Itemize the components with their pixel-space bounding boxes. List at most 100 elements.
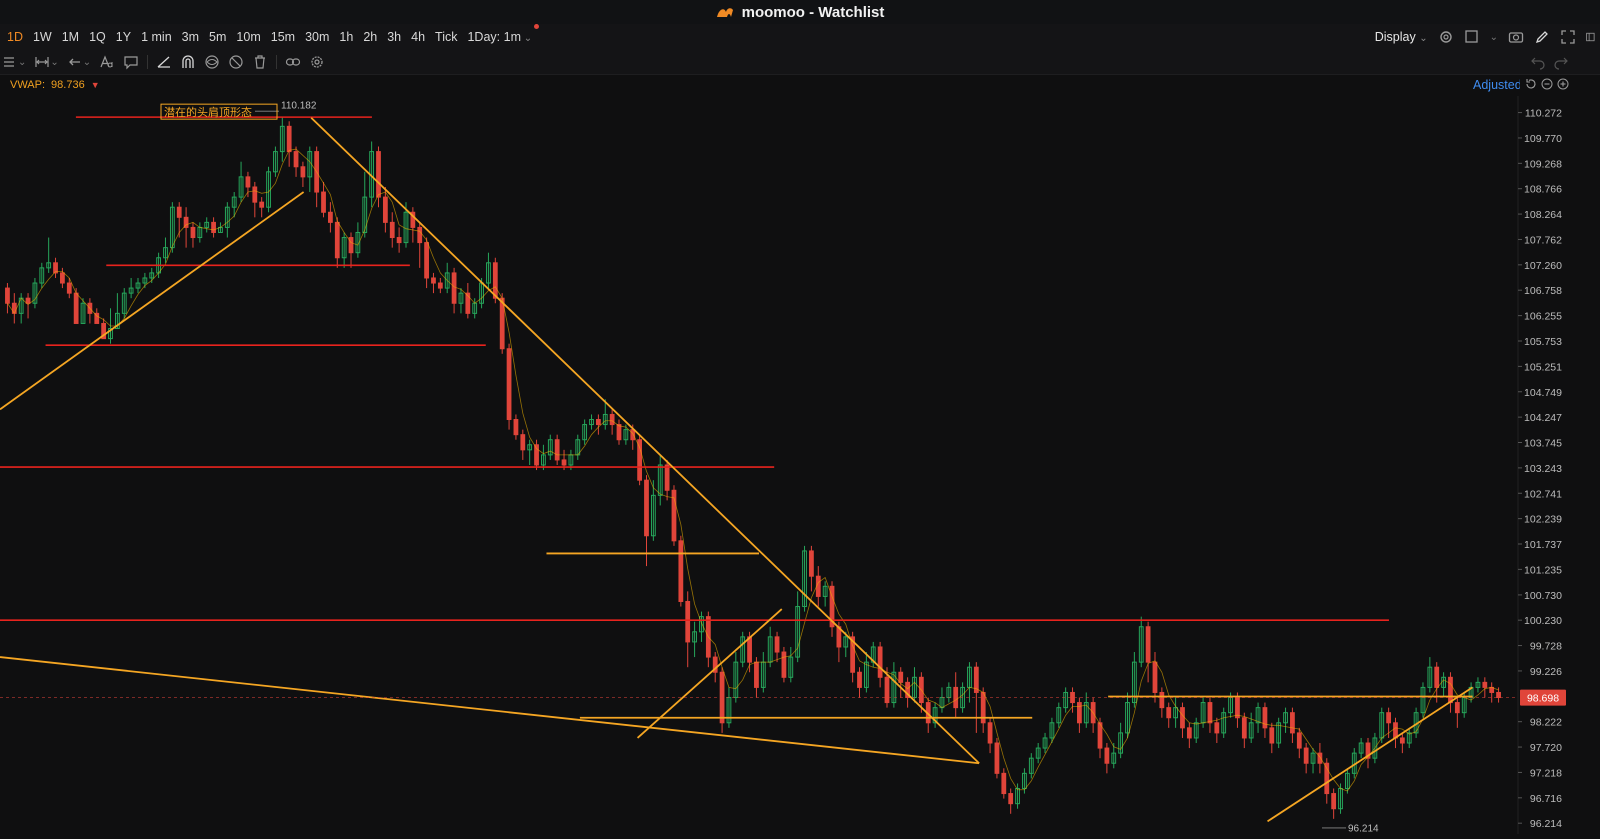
candle-body	[286, 125, 292, 153]
pen-icon[interactable]	[1534, 29, 1550, 45]
layout-icon[interactable]	[2, 54, 18, 70]
timeframe-tab[interactable]: Tick	[430, 30, 462, 44]
timeframe-tab[interactable]: 15m	[266, 30, 300, 44]
candle-body	[300, 166, 306, 178]
trend-line[interactable]	[310, 117, 980, 764]
price-chart[interactable]: 98.698 110.272 109.770 109.268 108.766 108.26…	[0, 96, 1600, 834]
chart-svg[interactable]: 98.698 110.272 109.770 109.268 108.766 108.26…	[0, 96, 1600, 834]
candle-body	[664, 464, 670, 491]
notification-dot	[534, 24, 540, 29]
candle-body	[1331, 793, 1337, 810]
undo-arrow-icon[interactable]	[67, 54, 83, 70]
price-tick-label: 106.255	[1524, 311, 1562, 323]
candle-body	[1296, 732, 1302, 749]
timeframe-tab[interactable]: 1h	[334, 30, 358, 44]
timeframe-tab[interactable]: 10m	[231, 30, 265, 44]
eye-icon[interactable]	[204, 54, 220, 70]
minus-icon[interactable]	[1541, 78, 1553, 90]
candle-body	[1482, 681, 1488, 688]
reset-icon[interactable]	[1525, 78, 1537, 90]
text-icon[interactable]	[99, 54, 115, 70]
candle-body	[994, 742, 1000, 774]
price-tick-label: 101.235	[1524, 564, 1562, 576]
price-tick-label: 108.264	[1524, 209, 1562, 221]
redo-icon[interactable]	[1553, 54, 1569, 70]
chevron-down-icon: ⌄	[520, 33, 533, 44]
candle-body	[5, 287, 10, 304]
timeframe-tab[interactable]: 1M	[57, 30, 84, 44]
annotation-text[interactable]: 潜在的头肩顶形态	[164, 105, 252, 119]
timeframe-tab[interactable]: 1Q	[84, 30, 111, 44]
candle-body	[898, 671, 904, 683]
timeframe-tab[interactable]: 1D	[2, 30, 28, 44]
trend-line[interactable]	[0, 191, 305, 411]
candle-body	[596, 419, 601, 426]
candle-body	[1152, 661, 1158, 693]
vwap-line	[7, 148, 1499, 792]
timeframe-tab[interactable]: 1 min	[136, 30, 177, 44]
price-tick-label: 100.230	[1524, 615, 1562, 627]
candle-body	[1399, 737, 1405, 744]
timeframe-tab[interactable]: 3h	[382, 30, 406, 44]
price-tick-label: 99.226	[1530, 666, 1562, 678]
candle-body	[25, 297, 31, 304]
candle-body	[1241, 717, 1247, 739]
magnet-icon[interactable]	[180, 54, 196, 70]
price-tick-label: 101.737	[1524, 539, 1562, 551]
chevron-down-icon[interactable]: ⌄	[18, 57, 26, 68]
candle-body	[1180, 707, 1185, 729]
chevron-down-icon[interactable]: ⌄	[50, 57, 58, 68]
candle-body	[252, 186, 258, 203]
timeframe-tab[interactable]: 2h	[358, 30, 382, 44]
gear-icon[interactable]	[309, 54, 325, 70]
candle-body	[781, 651, 787, 678]
plus-icon[interactable]	[1557, 78, 1569, 90]
trash-icon[interactable]	[252, 54, 268, 70]
undo-icon[interactable]	[1530, 54, 1546, 70]
timeframe-tab[interactable]: 4h	[406, 30, 430, 44]
trend-line[interactable]	[0, 656, 980, 765]
candle-body	[685, 600, 691, 643]
timeframe-tab[interactable]: 1Day: 1m ⌄	[462, 24, 540, 44]
price-tick-label: 104.749	[1524, 387, 1562, 399]
timeframe-tab[interactable]: 5m	[204, 30, 231, 44]
panel-icon[interactable]	[1586, 29, 1596, 45]
timeframe-tab[interactable]: 1W	[28, 30, 57, 44]
chevron-down-icon[interactable]: ⌄	[1490, 32, 1498, 43]
chevron-down-icon[interactable]: ⌄	[83, 57, 91, 68]
hide-icon[interactable]	[228, 54, 244, 70]
candle-body	[190, 226, 196, 239]
candle-body	[1001, 772, 1007, 795]
candle-body	[1008, 793, 1014, 805]
price-tick-label: 99.728	[1530, 641, 1562, 653]
comment-icon[interactable]	[123, 54, 139, 70]
display-dropdown[interactable]: Display ⌄	[1375, 30, 1428, 44]
adjusted-button[interactable]: Adjusted	[1473, 78, 1520, 92]
square-icon[interactable]	[1464, 29, 1480, 45]
high-price-label: 110.182	[281, 101, 317, 112]
price-tick-label: 98.222	[1530, 717, 1562, 729]
price-tick-label: 109.770	[1524, 133, 1562, 145]
timeframe-tab[interactable]: 3m	[177, 30, 204, 44]
range-icon[interactable]	[34, 54, 50, 70]
settings-icon[interactable]	[1438, 29, 1454, 45]
fullscreen-icon[interactable]	[1560, 29, 1576, 45]
line-tool-icon[interactable]	[156, 54, 172, 70]
chevron-down-icon: ⌄	[1419, 33, 1428, 44]
price-tick-label: 105.753	[1524, 336, 1562, 348]
candle-body	[877, 646, 883, 678]
price-tick-label: 96.716	[1530, 793, 1562, 805]
trend-line[interactable]	[1267, 686, 1473, 823]
candle-body	[382, 196, 388, 223]
link-icon[interactable]	[285, 54, 301, 70]
camera-icon[interactable]	[1508, 29, 1524, 45]
candle-body	[616, 424, 622, 441]
candle-body	[520, 434, 526, 451]
candle-body	[554, 439, 560, 461]
vwap-label: VWAP:	[10, 79, 46, 91]
timeframe-tab[interactable]: 30m	[300, 30, 334, 44]
timeframe-list: 1D 1W 1M 1Q 1Y 1 min 3m 5m 10m 15m 30m 1h 2h 3h 4h Tick…	[0, 24, 540, 44]
caret-down-icon[interactable]: ▼	[91, 80, 100, 90]
candle-body	[431, 277, 436, 284]
timeframe-tab[interactable]: 1Y	[111, 30, 136, 44]
